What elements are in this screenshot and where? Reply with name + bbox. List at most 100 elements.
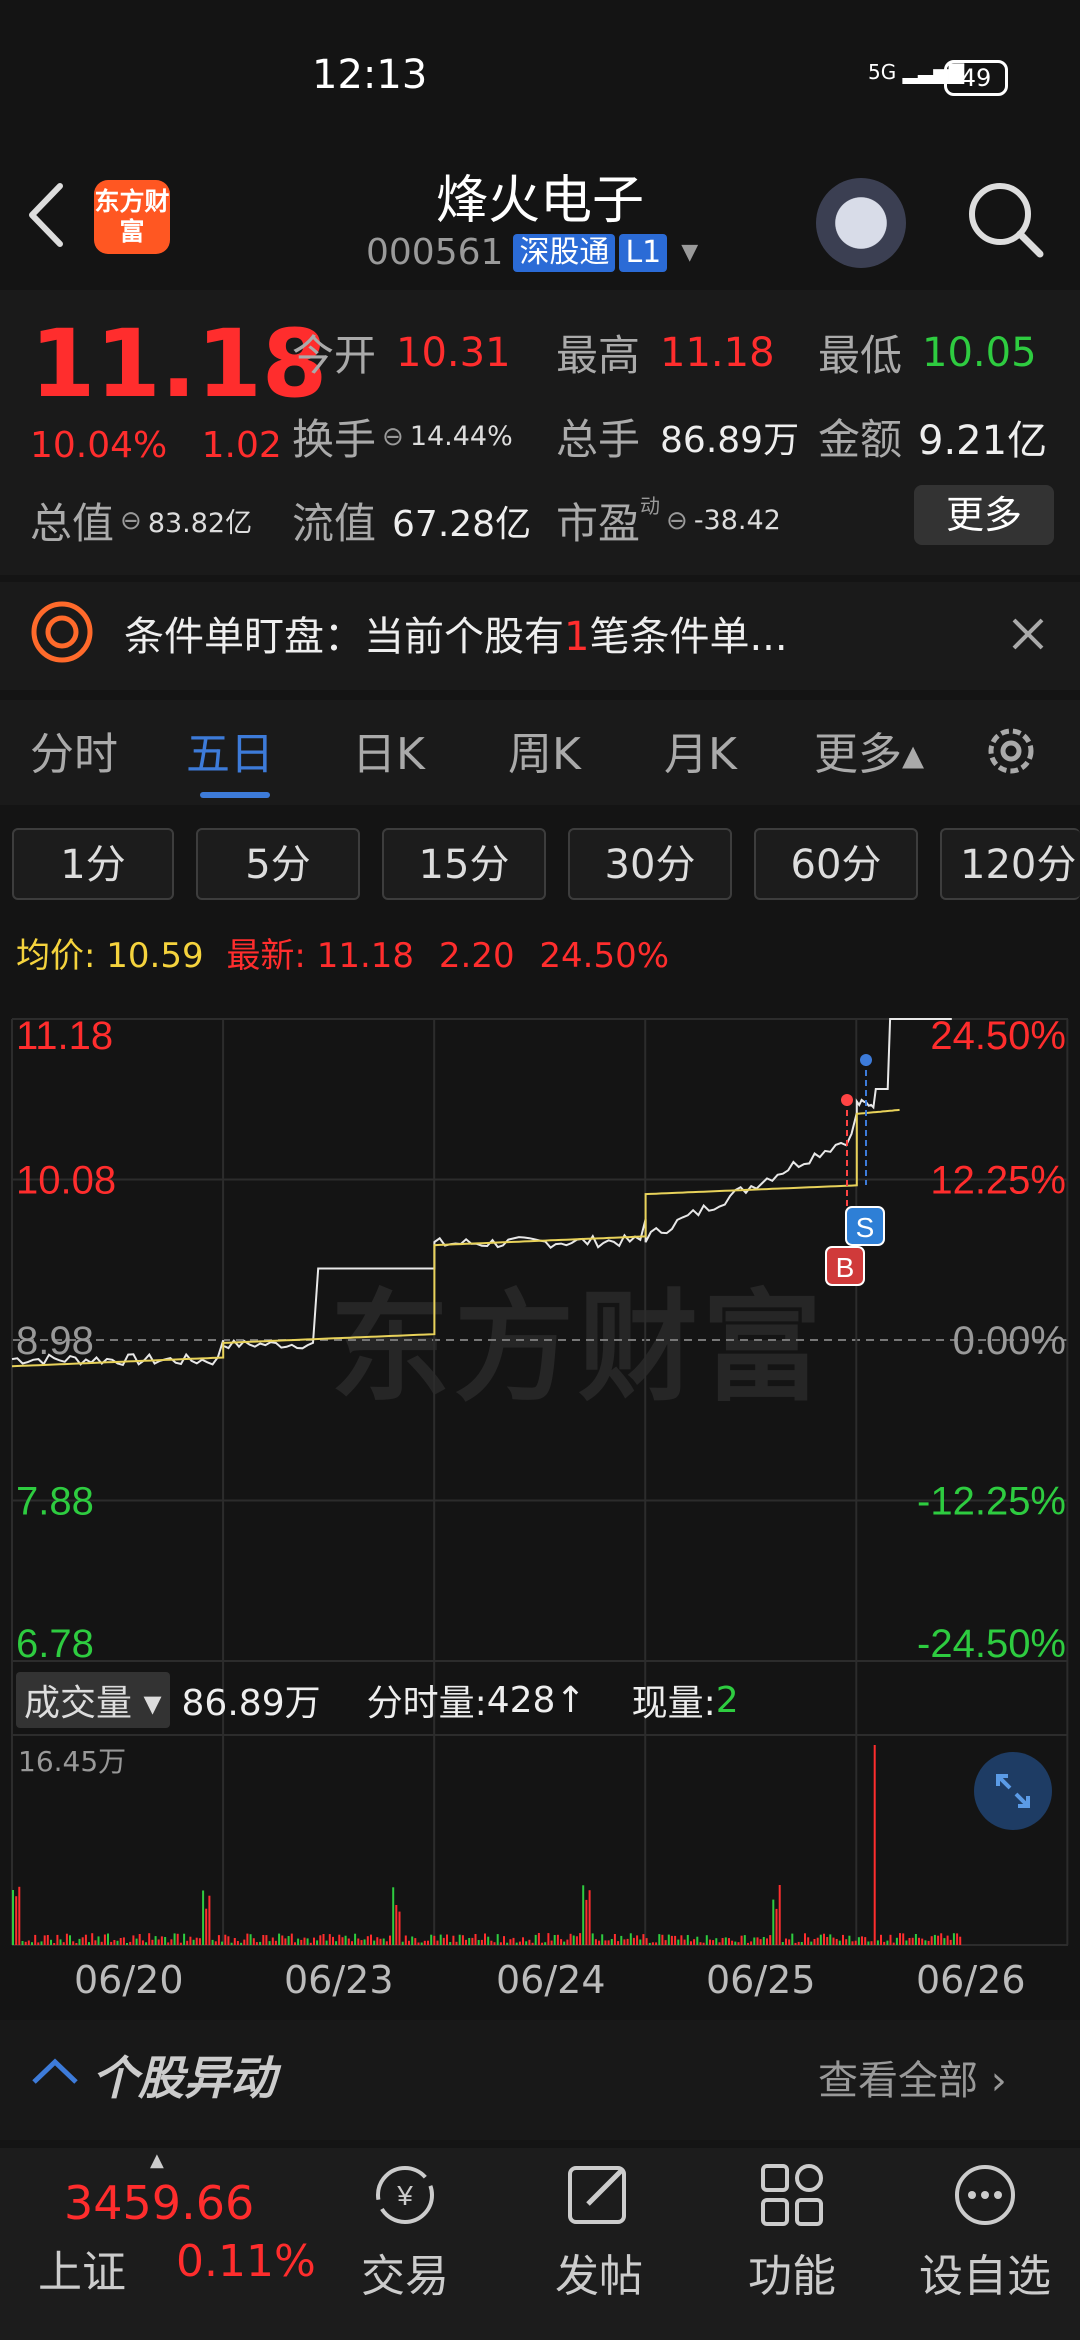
volume-bar: [667, 1934, 670, 1945]
volume-bar: [408, 1940, 410, 1945]
volume-bar: [781, 1942, 784, 1945]
compose-icon[interactable]: [564, 2160, 634, 2230]
nav-functions[interactable]: 功能: [712, 2240, 872, 2304]
nav-trade[interactable]: 交易: [325, 2240, 485, 2304]
volume-bar: [116, 1940, 119, 1945]
volume-bar: [433, 1935, 436, 1945]
volume-bar: [335, 1941, 338, 1945]
period-30min-button[interactable]: 30分: [568, 828, 732, 900]
volume-bar: [179, 1942, 182, 1945]
volume-bar: [680, 1935, 683, 1945]
volume-bar: [509, 1939, 512, 1945]
tab-five-day[interactable]: 五日: [186, 718, 274, 782]
see-all-label: 查看全部: [818, 2058, 978, 2104]
volume-bar: [59, 1939, 62, 1945]
index-name[interactable]: 上证: [38, 2236, 126, 2300]
volume-bar: [696, 1936, 699, 1945]
volume-bar: [306, 1938, 309, 1945]
tab-intraday[interactable]: 分时: [30, 718, 118, 782]
volume-bar: [880, 1934, 882, 1945]
volume-bar: [411, 1936, 414, 1945]
index-value[interactable]: 3459.66: [64, 2176, 254, 2230]
volume-bar: [186, 1940, 189, 1945]
volume-bar: [154, 1936, 157, 1945]
grid-icon[interactable]: [757, 2160, 827, 2230]
tab-monthly-k[interactable]: 月K: [664, 718, 737, 782]
chevron-up-icon[interactable]: [30, 2056, 80, 2086]
volume-bar: [889, 1934, 892, 1945]
see-all-link[interactable]: 查看全部 ›: [818, 2048, 1007, 2106]
period-5min-button[interactable]: 5分: [196, 828, 360, 900]
volume-bar: [259, 1941, 262, 1945]
expand-icon[interactable]: [974, 1752, 1052, 1830]
float-value: 67.28亿: [392, 503, 532, 545]
volume-bar: [870, 1941, 873, 1945]
volume-bar: [217, 1935, 220, 1945]
battery-icon: 49: [944, 60, 1008, 96]
volume-bar: [183, 1933, 186, 1945]
volume-bar: [297, 1938, 300, 1945]
turnover-label: 换手: [292, 415, 377, 464]
volume-bar: [176, 1933, 179, 1945]
volume-bar: [439, 1934, 442, 1945]
date-label: 06/24: [496, 1958, 606, 2002]
five-day-chart[interactable]: S B 11.18 10.08 8.98 7.88 6.78 24.50% 12.25% 0.…: [0, 985, 1080, 1985]
avg-label: 均价:: [16, 936, 96, 976]
volume-bar: [940, 1933, 943, 1945]
trade-icon[interactable]: ¥: [370, 2160, 440, 2230]
volume-bar: [566, 1939, 569, 1945]
volume-bar: [382, 1938, 385, 1945]
volume-bar: [246, 1933, 249, 1945]
period-1min-button[interactable]: 1分: [12, 828, 174, 900]
volume-bar: [794, 1942, 797, 1945]
pe-label: 市盈: [556, 499, 641, 548]
volume-bar: [651, 1942, 654, 1945]
stock-code-row[interactable]: 000561 深股通 L1 ▼: [366, 232, 698, 273]
info-icon[interactable]: ⊖: [666, 506, 688, 536]
volume-bar: [569, 1933, 572, 1945]
open-label: 今开: [292, 331, 377, 380]
volume-bar: [202, 1890, 205, 1945]
volume-bar: [69, 1935, 71, 1945]
volume-bar: [319, 1935, 322, 1945]
volume-indicator-select[interactable]: 成交量 ▾: [16, 1672, 170, 1728]
period-15min-button[interactable]: 15分: [382, 828, 546, 900]
more-button[interactable]: 更多: [914, 485, 1054, 545]
volume-bar: [341, 1937, 344, 1945]
period-60min-button[interactable]: 60分: [754, 828, 918, 900]
volume-bar: [927, 1940, 930, 1945]
volume-bar: [132, 1935, 135, 1945]
search-icon[interactable]: [966, 180, 1046, 260]
volume-bar: [693, 1939, 696, 1945]
volume-bar: [103, 1934, 106, 1945]
nav-watchlist[interactable]: 设自选: [905, 2240, 1065, 2304]
volume-bar: [645, 1938, 648, 1945]
gear-icon[interactable]: [980, 720, 1042, 782]
tab-weekly-k[interactable]: 周K: [508, 718, 581, 782]
low-field: 最低 10.05: [818, 322, 1037, 383]
volume-bar: [715, 1938, 718, 1945]
volume-bar: [864, 1937, 867, 1945]
period-120min-button[interactable]: 120分: [940, 828, 1080, 900]
more-dots-icon[interactable]: [950, 2160, 1020, 2230]
volume-bar: [594, 1939, 597, 1945]
volume-bar: [113, 1940, 116, 1945]
volume-bar: [690, 1941, 692, 1945]
info-icon[interactable]: ⊖: [120, 506, 142, 536]
info-icon[interactable]: ⊖: [382, 422, 404, 452]
tab-more[interactable]: 更多▴: [814, 718, 924, 782]
amount-label: 金额: [818, 415, 903, 464]
close-icon[interactable]: [1010, 616, 1046, 652]
avg-value: 10.59: [106, 936, 204, 976]
volume-bar: [34, 1934, 37, 1945]
volume-bar: [835, 1939, 838, 1945]
volume-bar: [255, 1942, 258, 1945]
index-pct[interactable]: 0.11%: [176, 2236, 316, 2287]
nav-post[interactable]: 发帖: [519, 2240, 679, 2304]
tab-daily-k[interactable]: 日K: [352, 718, 425, 782]
volume-bar: [506, 1942, 509, 1945]
date-label: 06/23: [284, 1958, 394, 2002]
latest-label: 最新:: [226, 936, 306, 976]
robot-avatar[interactable]: [816, 178, 906, 268]
last-price: 11.18: [30, 310, 328, 419]
